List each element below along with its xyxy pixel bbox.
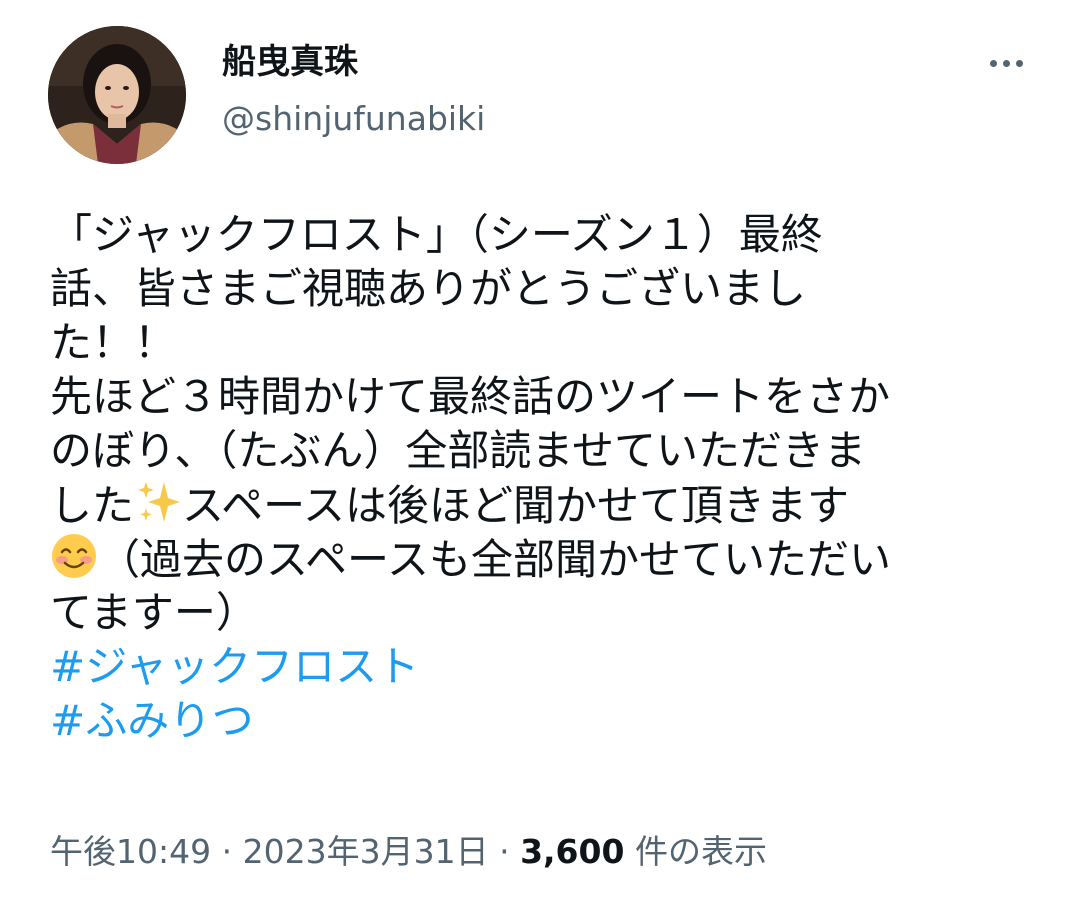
user-handle[interactable]: @shinjufunabiki [222, 98, 485, 140]
tweet-line: のぼり、（たぶん）全部読ませていただきま [50, 426, 867, 475]
meta-separator: · [211, 832, 243, 871]
display-name[interactable]: 船曳真珠 [222, 40, 358, 84]
tweet-line: 「ジャックフロスト」（シーズン１）最終 [50, 210, 823, 259]
profile-photo [48, 26, 186, 164]
sparkles-emoji-icon [134, 478, 182, 526]
views-count[interactable]: 3,600 [520, 832, 624, 871]
tweet-line: 先ほど３時間かけて最終話のツイートをさか [50, 372, 891, 421]
tweet-text: 「ジャックフロスト」（シーズン１）最終 話、皆さまご視聴ありがとうございまし た… [50, 208, 1040, 748]
views-label[interactable]: 件の表示 [624, 832, 767, 871]
tweet-line: （過去のスペースも全部聞かせていただい [50, 532, 1040, 586]
avatar[interactable] [48, 26, 186, 164]
hashtag-link[interactable]: #ふみりつ [50, 696, 254, 745]
tweet-line-segment: した [50, 481, 135, 530]
more-horizontal-icon [989, 59, 997, 67]
tweet-line: した スペースは後ほど聞かせて頂きます [50, 478, 1040, 532]
tweet-line: 話、皆さまご視聴ありがとうございまし [50, 264, 807, 313]
more-options-button[interactable] [980, 48, 1032, 78]
tweet-line-segment: スペースは後ほど聞かせて頂きます [182, 481, 849, 530]
tweet-line: #ふみりつ [50, 694, 1040, 748]
meta-separator: · [488, 832, 521, 871]
tweet-line-segment: （過去のスペースも全部聞かせていただい [98, 535, 891, 584]
tweet-metadata: 午後10:49 · 2023年3月31日 · 3,600 件の表示 [50, 830, 767, 874]
tweet-time[interactable]: 午後10:49 [50, 832, 211, 871]
tweet-line: た！！ [50, 318, 177, 367]
more-dot [1002, 59, 1010, 67]
smiling-face-emoji-icon [50, 532, 98, 580]
hashtag-link[interactable]: #ジャックフロスト [50, 642, 419, 691]
tweet-line: #ジャックフロスト [50, 640, 1040, 694]
more-dot [1015, 59, 1023, 67]
tweet-line: てますー） [50, 588, 258, 637]
tweet-date[interactable]: 2023年3月31日 [243, 832, 489, 871]
